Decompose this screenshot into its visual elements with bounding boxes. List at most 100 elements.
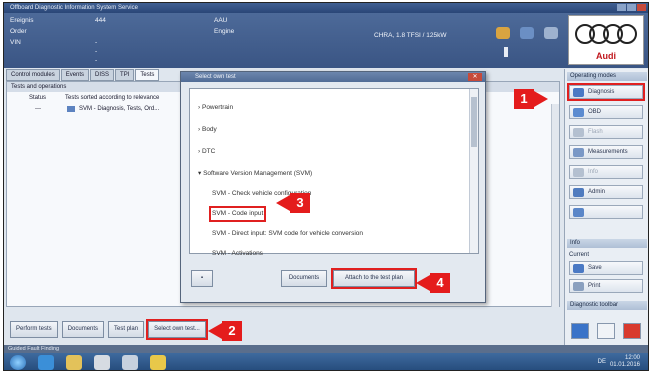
tree-item-svm-direct-input[interactable]: SVM - Direct input: SVM code for vehicle… [212,229,363,239]
odis-icon[interactable] [150,355,166,370]
header-label: Engine [214,28,235,35]
close-button[interactable] [637,4,646,11]
connector-icon[interactable] [544,27,558,39]
minimize-button[interactable] [617,4,626,11]
tree-item-svm[interactable]: ▾ Software Version Management (SVM) [198,169,312,179]
tree-scrollbar[interactable] [469,89,478,253]
maximize-button[interactable] [627,4,636,11]
tree-item-body[interactable]: › Body [198,125,217,135]
header-value: 444 [95,17,106,24]
windows-taskbar: DE 12:00 01.01.2016 [4,353,648,370]
header-cell-engine: Engine [214,27,234,36]
attach-to-test-plan-button[interactable]: Attach to the test plan [331,268,417,289]
tree-label: Software Version Management (SVM) [203,170,313,177]
header-cell-vin: VIN --- [10,38,97,64]
window-title: Offboard Diagnostic Information System S… [10,5,138,11]
row-status: --- [35,106,41,112]
tree-item-svm-code-input[interactable]: SVM - Code input [208,206,267,222]
vehicle-icon[interactable] [496,27,510,39]
button-label: Print [588,283,601,289]
dialog-title: Select own test [195,74,236,80]
tab-diss[interactable]: DISS [90,69,115,81]
grid-icon[interactable] [597,323,615,339]
test-plan-button[interactable]: Test plan [108,321,145,338]
tray-language[interactable]: DE [598,359,606,365]
print-icon [573,282,584,291]
header-label: VIN [10,39,21,46]
callout-3: 3 [276,193,310,213]
flash-button[interactable]: Flash [569,125,643,139]
clock[interactable]: 12:00 01.01.2016 [610,355,640,369]
tab-tests[interactable]: Tests [135,69,160,81]
arrow-left-icon [416,275,430,291]
tab-events[interactable]: Events [60,69,90,81]
header-value: --- [95,39,98,64]
button-label: Info [588,169,599,175]
diagnosis-button[interactable]: Diagnosis [567,83,645,101]
header-value: CHRA, 1.8 TFSI / 125kW [374,32,447,39]
documents-icon[interactable]: ▪ [191,270,213,287]
header-cell-order: Order [10,27,27,36]
pause-icon[interactable] [504,47,508,57]
network-icon[interactable] [520,27,534,39]
tree-item-powertrain[interactable]: › Powertrain [198,103,233,113]
measurements-icon [573,148,584,157]
window-titlebar: Offboard Diagnostic Information System S… [4,3,648,13]
save-button[interactable]: Save [569,261,643,275]
tree-label: Body [201,126,217,133]
info-mode-button[interactable]: Info [569,165,643,179]
clock-date: 01.01.2016 [609,362,640,368]
test-tree: › Powertrain › Body › DTC ▾ Software Ver… [189,88,479,257]
select-own-test-dialog: Select own test ✕ › Powertrain › Body › … [180,71,486,303]
extra-icon [573,208,584,217]
row-text: SVM - Diagnosis, Tests, Ord... [79,106,160,112]
button-label: Diagnosis [588,89,615,95]
tab-control-modules[interactable]: Control modules [6,69,60,81]
panel-scrollbar[interactable] [551,104,559,307]
tree-item-svm-activations[interactable]: SVM - Activations [212,249,263,259]
header-cell-engine-code: CHRA, 1.8 TFSI / 125kW [374,31,446,40]
brand-name: Audi [596,51,616,61]
forward-icon[interactable] [571,323,589,339]
perform-tests-button[interactable]: Perform tests [10,321,58,338]
vehicle-info-header: Ereignis 444 Order VIN --- AAU Engine CH… [4,13,648,68]
app-window: Offboard Diagnostic Information System S… [3,2,649,371]
tool-icon[interactable] [122,355,138,370]
dialog-close-button[interactable]: ✕ [468,73,482,81]
obd-button[interactable]: OBD [569,105,643,119]
tab-tpi[interactable]: TPI [115,69,135,81]
callout-2: 2 [208,321,242,341]
folder-icon[interactable] [66,355,82,370]
documents-button[interactable]: Documents [61,321,105,338]
header-cell-aau: AAU [214,16,227,25]
dialog-documents-button[interactable]: Documents [281,270,327,287]
callout-number: 2 [222,321,242,341]
status-bar: Guided Fault Finding [4,345,648,353]
button-label: Flash [588,129,603,135]
print-button[interactable]: Print [569,279,643,293]
audi-ring-icon [617,24,637,44]
measurements-button[interactable]: Measurements [569,145,643,159]
info-icon [573,168,584,177]
column-status: Status [29,95,47,101]
brand-logo: Audi [568,15,644,65]
diagnosis-icon [573,88,584,97]
save-icon [573,264,584,273]
right-bottom-controls [567,323,647,341]
start-icon[interactable] [10,355,26,370]
admin-button[interactable]: Admin [569,185,643,199]
header-label: AAU [214,17,228,24]
callout-4: 4 [416,273,450,293]
header-label: Order [10,28,27,35]
select-own-test-button[interactable]: Select own test... [146,319,208,340]
arrow-left-icon [208,323,222,339]
app-icon[interactable] [94,355,110,370]
current-label: Current [569,252,590,258]
button-label: Save [588,265,602,271]
extra-button[interactable] [569,205,643,219]
scrollbar-thumb[interactable] [471,97,477,147]
exit-icon[interactable] [623,323,641,339]
browser-icon[interactable] [38,355,54,370]
dialog-titlebar: Select own test ✕ [181,72,485,82]
tree-item-dtc[interactable]: › DTC [198,147,215,157]
